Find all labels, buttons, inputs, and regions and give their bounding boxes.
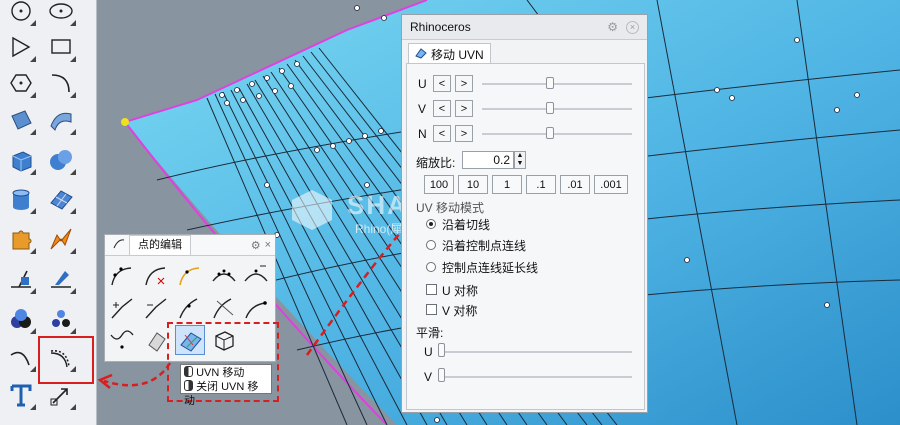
panel-title: Rhinoceros [410,20,471,34]
adjust-end-bulge-icon[interactable] [175,293,205,323]
highlight-box-edit-points [38,336,94,384]
option-control-polygon-radio[interactable] [426,240,436,250]
u-slider-track[interactable] [482,83,632,85]
add-kink-icon[interactable] [107,293,137,323]
insert-knot-icon[interactable] [209,261,239,291]
preset-0-1[interactable]: .1 [526,175,556,194]
edit-curve-icon [113,238,125,253]
remove-point-icon[interactable] [141,261,171,291]
cylinder-solid-icon[interactable] [4,182,38,216]
close-icon[interactable]: × [265,239,271,251]
smooth-u-slider-thumb[interactable] [438,343,445,357]
u-decrease-button[interactable]: < [433,75,451,92]
point-edit-toolbar-title[interactable]: 点的编辑 [129,235,191,255]
tooltip-line-left-click: UVN 移动 [184,366,268,380]
text-tool-icon[interactable] [4,378,38,412]
sphere-solid-icon[interactable] [44,143,78,177]
fillet-curve-icon[interactable] [44,66,78,100]
curve-tangent-icon[interactable] [209,293,239,323]
tooltip-uvn-move: UVN 移动 [196,367,245,379]
preset-0-001[interactable]: .001 [594,175,628,194]
ellipse-tool-icon[interactable] [44,0,78,28]
smooth-v-label: V [424,370,433,384]
curve-tool-icon[interactable] [4,340,38,374]
scale-input[interactable]: 0.2 [462,151,514,169]
v-decrease-button[interactable]: < [433,100,451,117]
u-symmetric-label[interactable]: U 对称 [442,282,478,299]
u-label: U [418,77,427,91]
smooth-points-icon[interactable] [107,325,137,355]
option-tangent-label[interactable]: 沿着切线 [442,216,490,233]
remove-knot-icon[interactable] [241,261,271,291]
option-polygon-extension-label[interactable]: 控制点连线延长线 [442,259,538,276]
smooth-u-label: U [424,345,433,359]
rectangle-tool-icon[interactable] [44,30,78,64]
point-edit-toolbar-header[interactable]: 点的编辑 ⚙ × [105,235,275,256]
close-icon[interactable]: × [626,20,639,34]
u-increase-button[interactable]: > [455,75,473,92]
n-label: N [418,127,427,141]
handlebar-editor-icon[interactable] [175,261,205,291]
curve-seam-icon[interactable] [241,293,271,323]
render-color-icon[interactable] [4,302,38,336]
uv-direction-label: UV 移动模式 [416,201,485,215]
tooltip-close-uvn-move: 关闭 UVN 移动 [184,381,259,407]
scale-label: 缩放比: [416,156,456,170]
tooltip-line-right-click: 关闭 UVN 移动 [184,380,268,408]
preset-100[interactable]: 100 [424,175,454,194]
puzzle-transform-icon[interactable] [4,222,38,256]
option-polygon-extension-radio[interactable] [426,262,436,272]
split-tool-icon[interactable] [4,262,38,296]
n-decrease-button[interactable]: < [433,125,451,142]
option-tangent-radio[interactable] [426,219,436,229]
v-slider-track[interactable] [482,108,632,110]
trim-tool-icon[interactable] [44,262,78,296]
smooth-label: 平滑: [416,326,444,340]
insert-point-icon[interactable] [107,261,137,291]
smooth-u-slider-track[interactable] [440,351,632,353]
uvn-move-panel: Rhinoceros ⚙ × 移动 UVN U < > V < > N < > … [401,14,648,413]
preset-0-01[interactable]: .01 [560,175,590,194]
scale-spinner[interactable]: ▲ ▼ [514,151,526,169]
remove-kink-icon[interactable] [141,293,171,323]
dimension-dots-icon[interactable] [44,302,78,336]
tab-uvn-move-label: 移动 UVN [431,47,484,62]
n-increase-button[interactable]: > [455,125,473,142]
v-increase-button[interactable]: > [455,100,473,117]
v-label: V [418,102,427,116]
loft-surface-icon[interactable] [44,103,78,137]
smooth-v-slider-thumb[interactable] [438,368,445,382]
polygon-tool-icon[interactable] [4,66,38,100]
preset-10[interactable]: 10 [458,175,488,194]
uvn-tooltip: UVN 移动 关闭 UVN 移动 [180,364,272,407]
v-symmetric-checkbox[interactable] [426,304,437,315]
surface-tool-icon[interactable] [4,103,38,137]
right-mouse-icon [184,380,193,391]
box-solid-icon[interactable] [4,143,38,177]
callout-arrow [97,362,172,389]
preset-1[interactable]: 1 [492,175,522,194]
tab-uvn-move[interactable]: 移动 UVN [408,43,491,65]
mesh-surface-icon[interactable] [44,182,78,216]
arc-tool-icon[interactable] [4,30,38,64]
explode-tool-icon[interactable] [44,222,78,256]
v-slider-thumb[interactable] [545,102,554,114]
v-symmetric-label[interactable]: V 对称 [442,302,477,319]
circle-tool-icon[interactable] [4,0,38,28]
gear-icon[interactable]: ⚙ [251,239,261,252]
n-slider-track[interactable] [482,133,632,135]
option-control-polygon-label[interactable]: 沿着控制点连线 [442,237,526,254]
n-slider-thumb[interactable] [545,127,554,139]
left-mouse-icon [184,366,193,377]
panel-titlebar[interactable]: Rhinoceros ⚙ × [402,15,647,40]
uvn-tab-icon [415,47,427,62]
gear-icon[interactable]: ⚙ [607,20,618,34]
u-slider-thumb[interactable] [545,77,554,89]
u-symmetric-checkbox[interactable] [426,284,437,295]
smooth-v-slider-track[interactable] [440,376,632,378]
